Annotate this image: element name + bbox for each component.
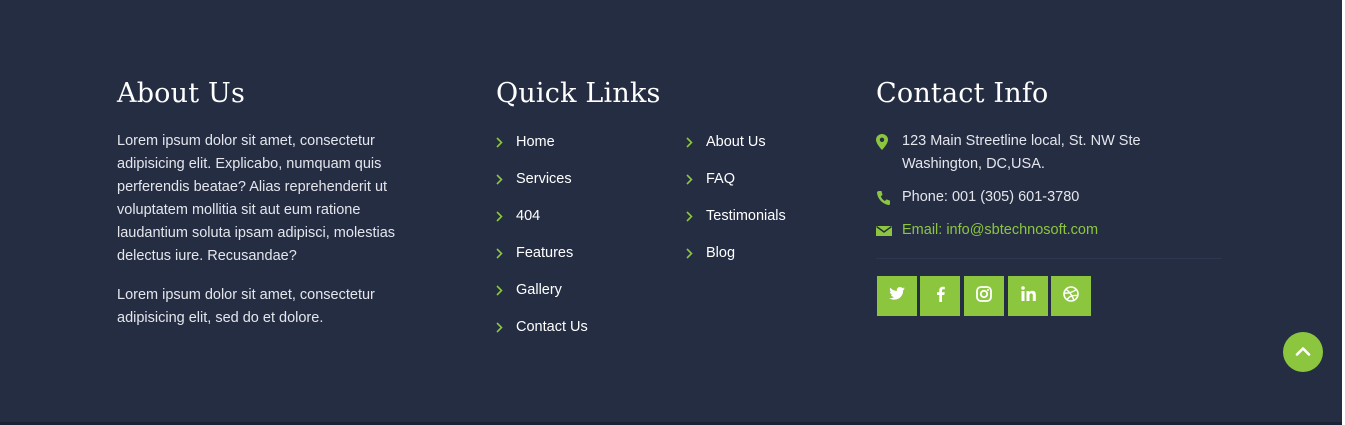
quick-link-features[interactable]: Features (496, 241, 573, 265)
chevron-right-icon (496, 136, 516, 148)
twitter-icon (889, 287, 905, 305)
quick-link-label: FAQ (706, 171, 736, 187)
instagram-button[interactable] (964, 276, 1004, 316)
quick-link-contact-us[interactable]: Contact Us (496, 315, 588, 339)
chevron-right-icon (496, 210, 516, 222)
quick-link-home[interactable]: Home (496, 130, 555, 154)
chevron-right-icon (686, 173, 706, 185)
phone-icon (876, 186, 902, 206)
envelope-icon (876, 219, 902, 237)
address-line-1: 123 Main Streetline local, St. NW Ste (902, 133, 1141, 149)
chevron-right-icon (496, 284, 516, 296)
contact-phone: Phone: 001 (305) 601-3780 (876, 186, 1079, 209)
chevron-up-icon (1295, 343, 1311, 361)
about-paragraph-1: Lorem ipsum dolor sit amet, consectetur … (117, 133, 396, 264)
quick-link-label: Contact Us (516, 319, 588, 335)
quick-link-label: Home (516, 134, 555, 150)
quick-link-gallery[interactable]: Gallery (496, 278, 562, 302)
chevron-right-icon (496, 321, 516, 333)
quick-link-faq[interactable]: FAQ (686, 167, 735, 191)
facebook-button[interactable] (920, 276, 960, 316)
quick-link-about-us[interactable]: About Us (686, 130, 766, 154)
about-paragraph-2: Lorem ipsum dolor sit amet, consectetur … (117, 287, 375, 326)
quick-link-services[interactable]: Services (496, 167, 572, 191)
contact-divider (876, 258, 1222, 259)
quick-link-label: About Us (706, 134, 766, 150)
linkedin-button[interactable] (1008, 276, 1048, 316)
quick-link-label: Gallery (516, 282, 562, 298)
address-line-2: Washington, DC,USA. (902, 156, 1045, 172)
quick-link-testimonials[interactable]: Testimonials (686, 204, 786, 228)
facebook-icon (936, 286, 945, 307)
chevron-right-icon (686, 136, 706, 148)
linkedin-icon (1020, 286, 1036, 306)
quick-link-label: Testimonials (706, 208, 786, 224)
site-footer: About Us Lorem ipsum dolor sit amet, con… (0, 0, 1342, 422)
quick-link-label: 404 (516, 208, 541, 224)
quick-link-label: Features (516, 245, 574, 261)
chevron-right-icon (686, 210, 706, 222)
quick-link-label: Services (516, 171, 572, 187)
quick-link-404[interactable]: 404 (496, 204, 540, 228)
phone-text: Phone: 001 (305) 601-3780 (902, 189, 1080, 205)
contact-email[interactable]: Email: info@sbtechnosoft.com (876, 219, 1098, 242)
dribbble-icon (1063, 285, 1079, 307)
quick-link-label: Blog (706, 245, 736, 261)
about-us-heading: About Us (117, 78, 246, 109)
twitter-button[interactable] (877, 276, 917, 316)
map-pin-icon (876, 130, 902, 150)
chevron-right-icon (686, 247, 706, 259)
back-to-top-button[interactable] (1283, 332, 1323, 372)
email-link[interactable]: Email: info@sbtechnosoft.com (902, 219, 1098, 242)
contact-info-heading: Contact Info (876, 78, 1049, 109)
chevron-right-icon (496, 247, 516, 259)
instagram-icon (976, 285, 992, 307)
chevron-right-icon (496, 173, 516, 185)
quick-link-blog[interactable]: Blog (686, 241, 735, 265)
contact-address: 123 Main Streetline local, St. NW Ste Wa… (876, 130, 1141, 176)
quick-links-heading: Quick Links (496, 78, 661, 109)
dribbble-button[interactable] (1051, 276, 1091, 316)
